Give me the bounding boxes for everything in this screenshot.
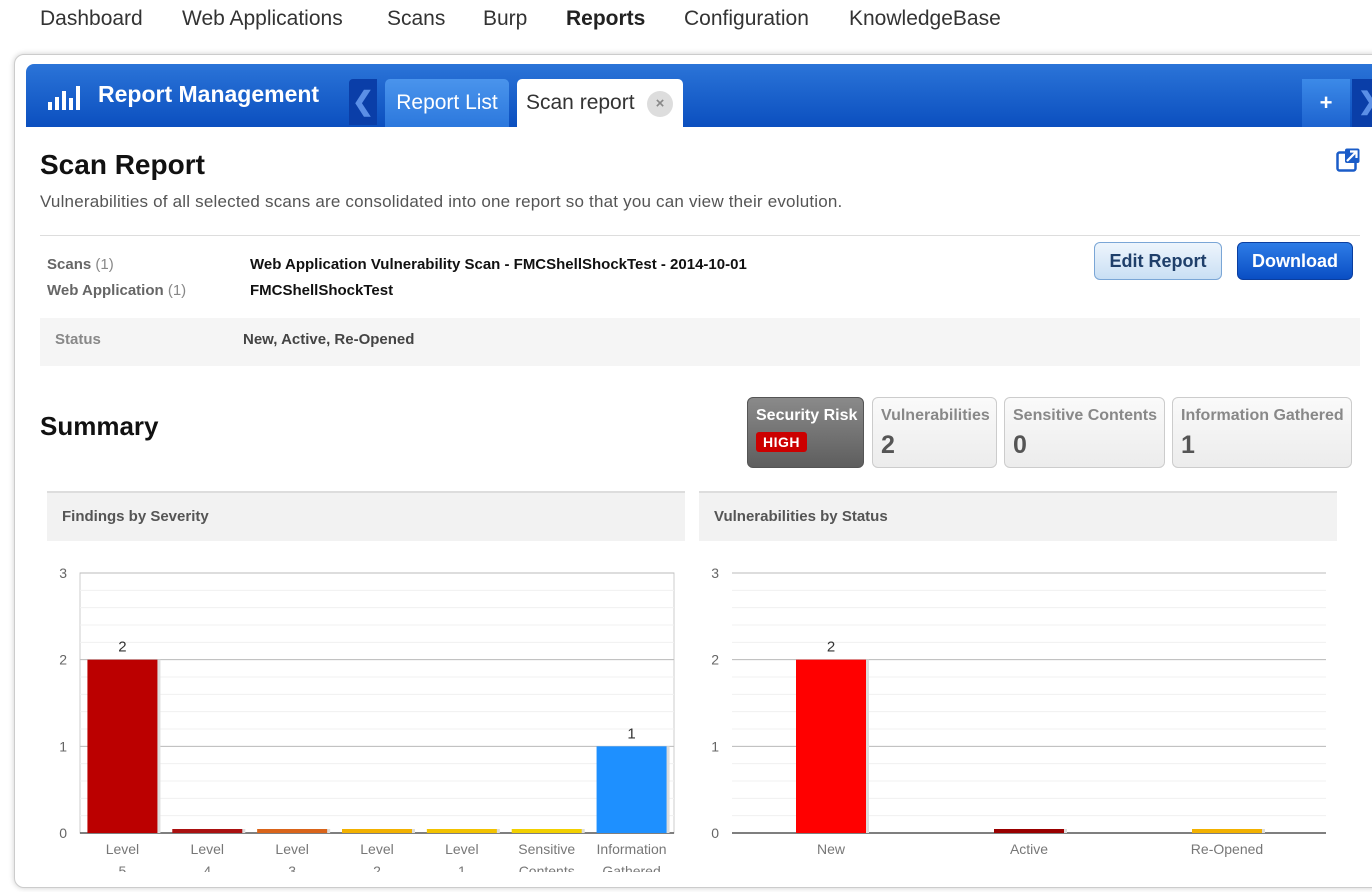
scans-label: Scans (1) (47, 256, 114, 273)
bar (511, 829, 582, 833)
tab-report-list[interactable]: Report List (385, 79, 509, 127)
information-gathered-card[interactable]: Information Gathered 1 (1172, 397, 1352, 468)
y-tick-label: 3 (59, 565, 67, 581)
y-tick-label: 2 (59, 652, 67, 668)
y-tick-label: 0 (711, 825, 719, 841)
popout-icon[interactable] (1336, 148, 1360, 172)
edit-report-button[interactable]: Edit Report (1094, 242, 1222, 280)
tabs-prev-button[interactable]: ❮ (349, 79, 377, 125)
top-nav: Dashboard Web Applications Scans Burp Re… (0, 0, 1372, 44)
scans-value: Web Application Vulnerability Scan - FMC… (250, 256, 747, 273)
nav-reports[interactable]: Reports (566, 7, 645, 31)
x-tick-label: Information (597, 841, 667, 857)
tab-scan-report-label: Scan report (526, 91, 635, 114)
nav-scans[interactable]: Scans (387, 7, 445, 31)
sensitive-contents-count: 0 (1013, 431, 1027, 459)
bar (342, 829, 412, 833)
status-value: New, Active, Re-Opened (243, 331, 415, 348)
x-tick-label: Contents (519, 863, 575, 872)
bar (87, 659, 158, 833)
x-tick-label: 4 (203, 863, 211, 872)
bar (596, 746, 667, 833)
page-description: Vulnerabilities of all selected scans ar… (40, 192, 843, 211)
security-risk-card[interactable]: Security Risk HIGH (747, 397, 864, 468)
x-tick-label: Re-Opened (1191, 841, 1263, 857)
bar (796, 659, 866, 833)
vulnerabilities-by-status-chart: 0 1 2 3 2 New Active Re-Opened (711, 565, 1326, 857)
x-tick-label: 2 (373, 863, 381, 872)
nav-burp[interactable]: Burp (483, 7, 527, 31)
bar (1192, 829, 1262, 833)
sensitive-contents-card[interactable]: Sensitive Contents 0 (1004, 397, 1165, 468)
divider (40, 235, 1360, 236)
risk-level-badge: HIGH (756, 432, 807, 452)
bar (426, 829, 497, 833)
download-button[interactable]: Download (1237, 242, 1353, 280)
x-tick-label: Sensitive (518, 841, 575, 857)
data-label: 2 (118, 639, 126, 656)
y-tick-label: 2 (711, 652, 719, 668)
bar (257, 829, 328, 833)
x-tick-label: 1 (458, 863, 466, 872)
nav-configuration[interactable]: Configuration (684, 7, 809, 31)
close-icon[interactable]: × (647, 91, 673, 117)
findings-by-severity-header: Findings by Severity (47, 491, 685, 541)
plot-frame (79, 572, 675, 834)
x-tick-label: Level (275, 841, 308, 857)
status-row (40, 318, 1360, 366)
status-label: Status (55, 331, 101, 348)
nav-knowledgebase[interactable]: KnowledgeBase (849, 7, 1001, 31)
vulnerabilities-count: 2 (881, 431, 895, 459)
x-tick-label: Level (360, 841, 393, 857)
x-tick-label: Gathered (602, 863, 660, 872)
information-gathered-count: 1 (1181, 431, 1195, 459)
x-tick-label: 3 (288, 863, 296, 872)
vulnerabilities-card[interactable]: Vulnerabilities 2 (872, 397, 997, 468)
bar (172, 829, 243, 833)
y-tick-label: 1 (711, 738, 719, 754)
header-title: Report Management (98, 81, 320, 107)
vulnerabilities-by-status-header: Vulnerabilities by Status (699, 491, 1337, 541)
data-label: 2 (827, 639, 835, 656)
bar (994, 829, 1064, 833)
y-tick-label: 3 (711, 565, 719, 581)
y-tick-label: 1 (59, 738, 67, 754)
nav-web-applications[interactable]: Web Applications (182, 7, 343, 31)
information-gathered-label: Information Gathered (1181, 407, 1344, 424)
summary-title: Summary (40, 411, 159, 441)
data-label: 1 (627, 725, 635, 742)
sensitive-contents-label: Sensitive Contents (1013, 407, 1158, 424)
x-tick-label: 5 (119, 863, 127, 872)
web-application-value: FMCShellShockTest (250, 282, 394, 299)
tabs-next-button[interactable]: ❯ (1352, 79, 1372, 127)
findings-by-severity-chart: 0 1 2 3 2 Level 5 Level 4 Level 3 Level 2 Level 1 Sensi… (59, 565, 675, 872)
y-tick-label: 0 (59, 825, 67, 841)
x-tick-label: Level (191, 841, 224, 857)
x-tick-label: Level (106, 841, 139, 857)
security-risk-label: Security Risk (756, 407, 858, 424)
nav-dashboard[interactable]: Dashboard (40, 7, 143, 31)
vulnerabilities-label: Vulnerabilities (881, 407, 990, 424)
web-application-label: Web Application (1) (47, 282, 187, 299)
tab-scan-report[interactable]: Scan report × (517, 79, 683, 127)
x-tick-label: Active (1010, 841, 1048, 857)
bar-chart-icon (48, 86, 80, 110)
x-tick-label: Level (445, 841, 478, 857)
page-title: Scan Report (40, 149, 205, 180)
add-tab-button[interactable]: + (1302, 79, 1350, 127)
x-tick-label: New (817, 841, 846, 857)
